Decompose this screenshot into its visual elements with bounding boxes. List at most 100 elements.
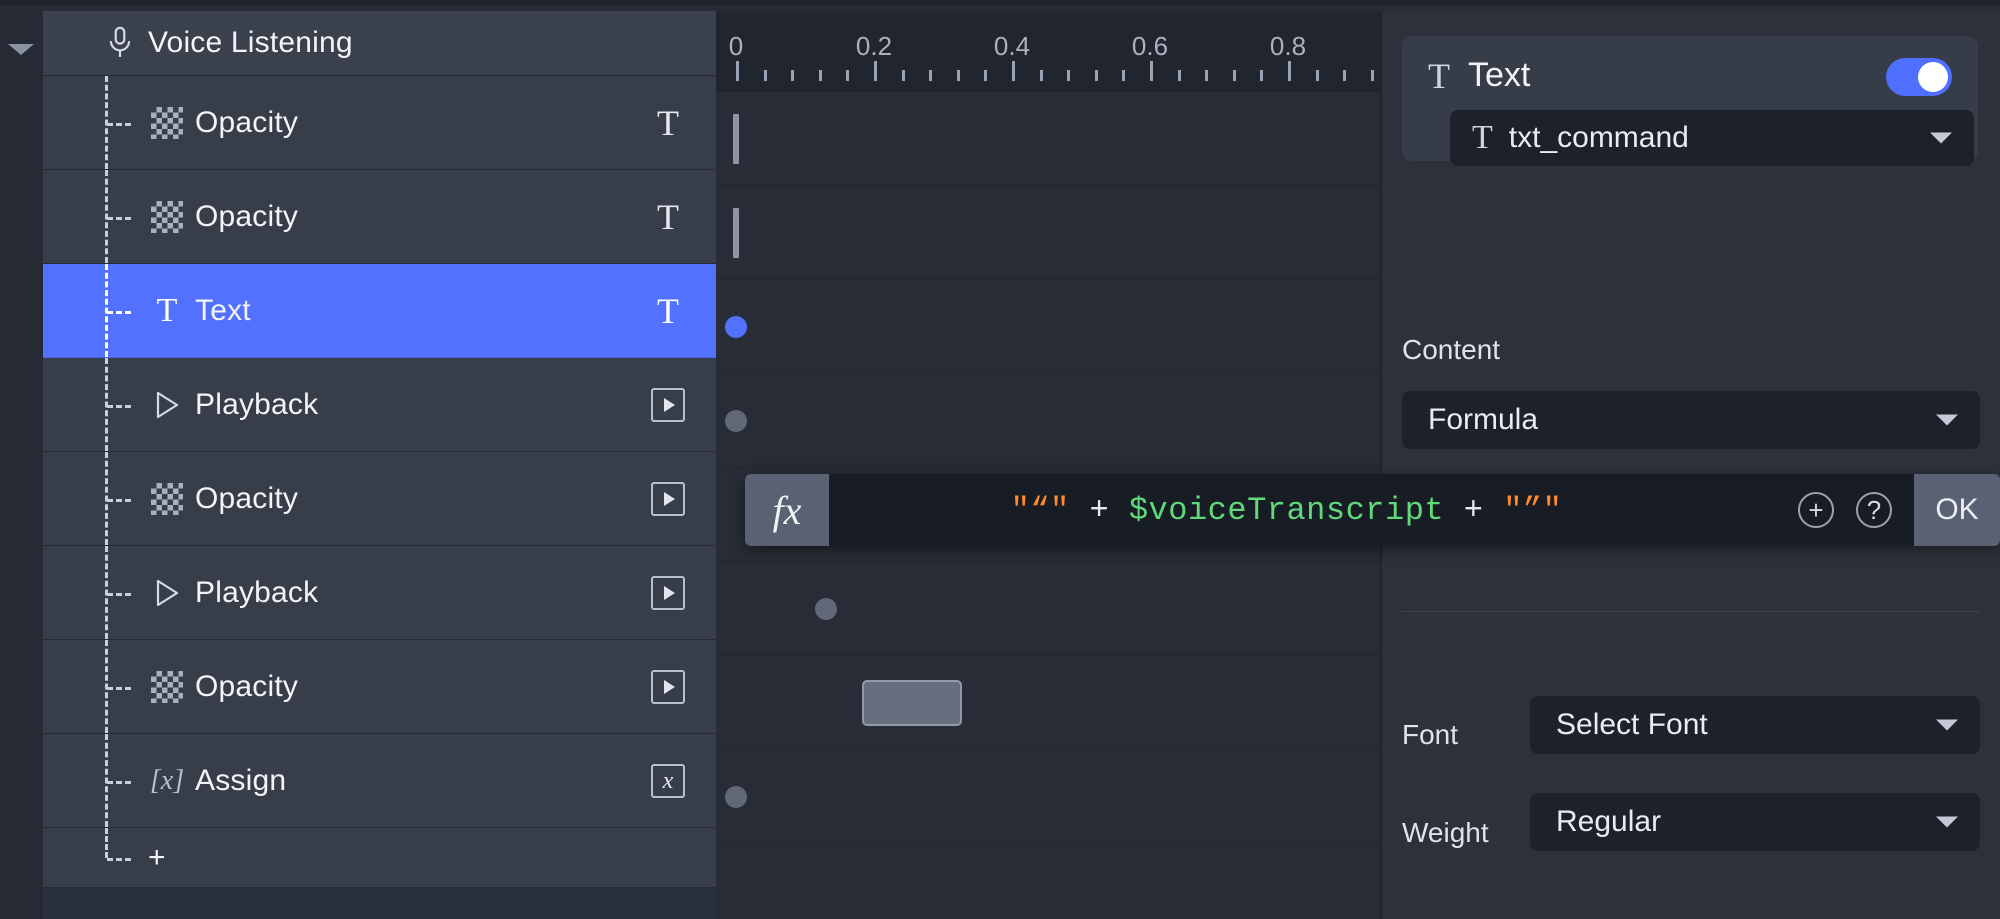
timeline-track[interactable]	[716, 750, 1380, 844]
keyframe-dot[interactable]	[725, 785, 747, 808]
ruler-minor-tick	[956, 70, 960, 81]
layer-row-label: Playback	[195, 387, 319, 421]
tree-connector	[105, 452, 145, 545]
layer-row[interactable]: Opacity	[43, 640, 716, 734]
layer-row[interactable]: Playback	[43, 546, 716, 640]
content-select[interactable]: Formula	[1402, 391, 1980, 449]
weight-select[interactable]: Regular	[1530, 793, 1980, 851]
ruler-minor-tick	[1343, 70, 1347, 81]
ruler-minor-tick	[1039, 70, 1043, 81]
timeline-clip[interactable]	[862, 679, 962, 726]
layer-row[interactable]: Playback	[43, 358, 716, 452]
checkerboard-icon	[148, 668, 186, 706]
playback-badge	[650, 387, 686, 423]
layer-group-row-voice-listening[interactable]: Voice Listening	[43, 11, 716, 76]
layer-row[interactable]: Opacity	[43, 452, 716, 546]
ruler-tick-label: 0.6	[1131, 31, 1169, 61]
formula-token-string: "”"	[1503, 491, 1563, 529]
layer-row-label: Opacity	[195, 105, 299, 139]
text-layer-card: T Text T txt_command	[1402, 36, 1978, 166]
ruler-major-tick	[1012, 61, 1015, 81]
fx-icon[interactable]: fx	[745, 474, 829, 546]
ruler-minor-tick	[1315, 70, 1319, 81]
ruler-minor-tick	[1177, 70, 1181, 81]
card-header: T Text	[1428, 56, 1530, 95]
ruler-tick-label: 0.8	[1269, 31, 1307, 61]
formula-editor-bar: fx "“" + $voiceTranscript + "”" + ? OK	[745, 474, 2000, 546]
timeline-ruler[interactable]: 0 0.2 0.4 0.6 0.8 1	[716, 11, 1540, 92]
question-circle-icon[interactable]: ?	[1856, 492, 1892, 528]
plus-circle-icon[interactable]: +	[1798, 492, 1834, 528]
layer-row-label: Assign	[195, 763, 287, 797]
text-badge: T	[657, 290, 679, 331]
layer-list: Voice Listening Opacity T Opacity T T Te…	[43, 11, 716, 919]
layer-row-label: Opacity	[195, 669, 299, 703]
font-select[interactable]: Select Font	[1530, 696, 1980, 754]
formula-token-operator: +	[1444, 491, 1504, 529]
formula-token-operator: +	[1069, 491, 1129, 529]
timeline-track[interactable]	[716, 562, 1380, 656]
chevron-down-icon	[1936, 816, 1958, 828]
checkerboard-icon	[148, 480, 186, 518]
layer-row[interactable]: Opacity T	[43, 76, 716, 170]
keyframe-marker[interactable]	[733, 113, 739, 164]
inspector-divider	[1402, 611, 1980, 612]
layer-row-label: Opacity	[195, 199, 299, 233]
layer-row-label: Text	[195, 293, 251, 327]
ruler-minor-tick	[1370, 70, 1374, 81]
layer-row[interactable]: Opacity T	[43, 170, 716, 264]
ruler-tick-label: 0	[728, 31, 744, 61]
enable-toggle[interactable]	[1886, 58, 1952, 96]
add-layer-row[interactable]: +	[43, 828, 716, 888]
text-badge: T	[657, 102, 679, 143]
formula-ok-button[interactable]: OK	[1914, 474, 2000, 546]
font-label: Font	[1402, 719, 1459, 750]
font-value: Select Font	[1556, 708, 1708, 741]
checkerboard-icon	[148, 104, 186, 142]
card-title: Text	[1468, 56, 1531, 94]
timeline-track[interactable]	[716, 92, 1380, 186]
ruler-major-tick	[736, 61, 739, 81]
text-icon: T	[1472, 119, 1493, 156]
ruler-minor-tick	[929, 70, 933, 81]
weight-label: Weight	[1402, 817, 1489, 848]
formula-input[interactable]: "“" + $voiceTranscript + "”" + ?	[829, 474, 1914, 546]
keyframe-dot[interactable]	[725, 409, 747, 432]
ruler-tick-label: 0.2	[855, 31, 893, 61]
keyframe-dot[interactable]	[815, 597, 837, 620]
formula-actions: + ?	[1798, 492, 1892, 528]
weight-value: Regular	[1556, 805, 1662, 838]
playback-badge	[650, 669, 686, 705]
ruler-major-tick	[874, 61, 877, 81]
ruler-minor-tick	[1122, 70, 1126, 81]
text-badge: T	[657, 196, 679, 237]
target-element-value: txt_command	[1508, 121, 1689, 154]
layer-row-text-selected[interactable]: T Text T	[43, 264, 716, 358]
microphone-icon	[101, 24, 139, 62]
timeline-track-selected[interactable]	[716, 280, 1380, 374]
timeline-track[interactable]	[716, 186, 1380, 280]
ruler-minor-tick	[1232, 70, 1236, 81]
tree-connector-end	[105, 828, 145, 887]
animation-editor-window: Voice Listening Opacity T Opacity T T Te…	[0, 0, 2000, 919]
target-element-select[interactable]: T txt_command	[1450, 110, 1974, 166]
ruler-tick-marks	[716, 59, 1540, 81]
chevron-down-icon	[1936, 414, 1958, 426]
checkerboard-icon	[148, 198, 186, 236]
layer-group-label: Voice Listening	[148, 26, 353, 59]
timeline-track[interactable]	[716, 656, 1380, 750]
chevron-down-icon	[1936, 719, 1958, 731]
layer-row-label: Opacity	[195, 481, 299, 515]
layer-row[interactable]: [x] Assign x	[43, 734, 716, 828]
tree-connector	[105, 264, 145, 357]
layer-list-filler	[43, 888, 716, 919]
text-icon: T	[1428, 55, 1450, 96]
layer-row-label: Playback	[195, 575, 319, 609]
keyframe-marker[interactable]	[733, 207, 739, 258]
ruler-minor-tick	[984, 70, 988, 81]
ruler-minor-tick	[763, 70, 767, 81]
chevron-down-icon[interactable]	[8, 44, 34, 55]
playback-badge	[650, 481, 686, 517]
keyframe-dot[interactable]	[725, 315, 747, 338]
tree-connector	[105, 76, 145, 169]
